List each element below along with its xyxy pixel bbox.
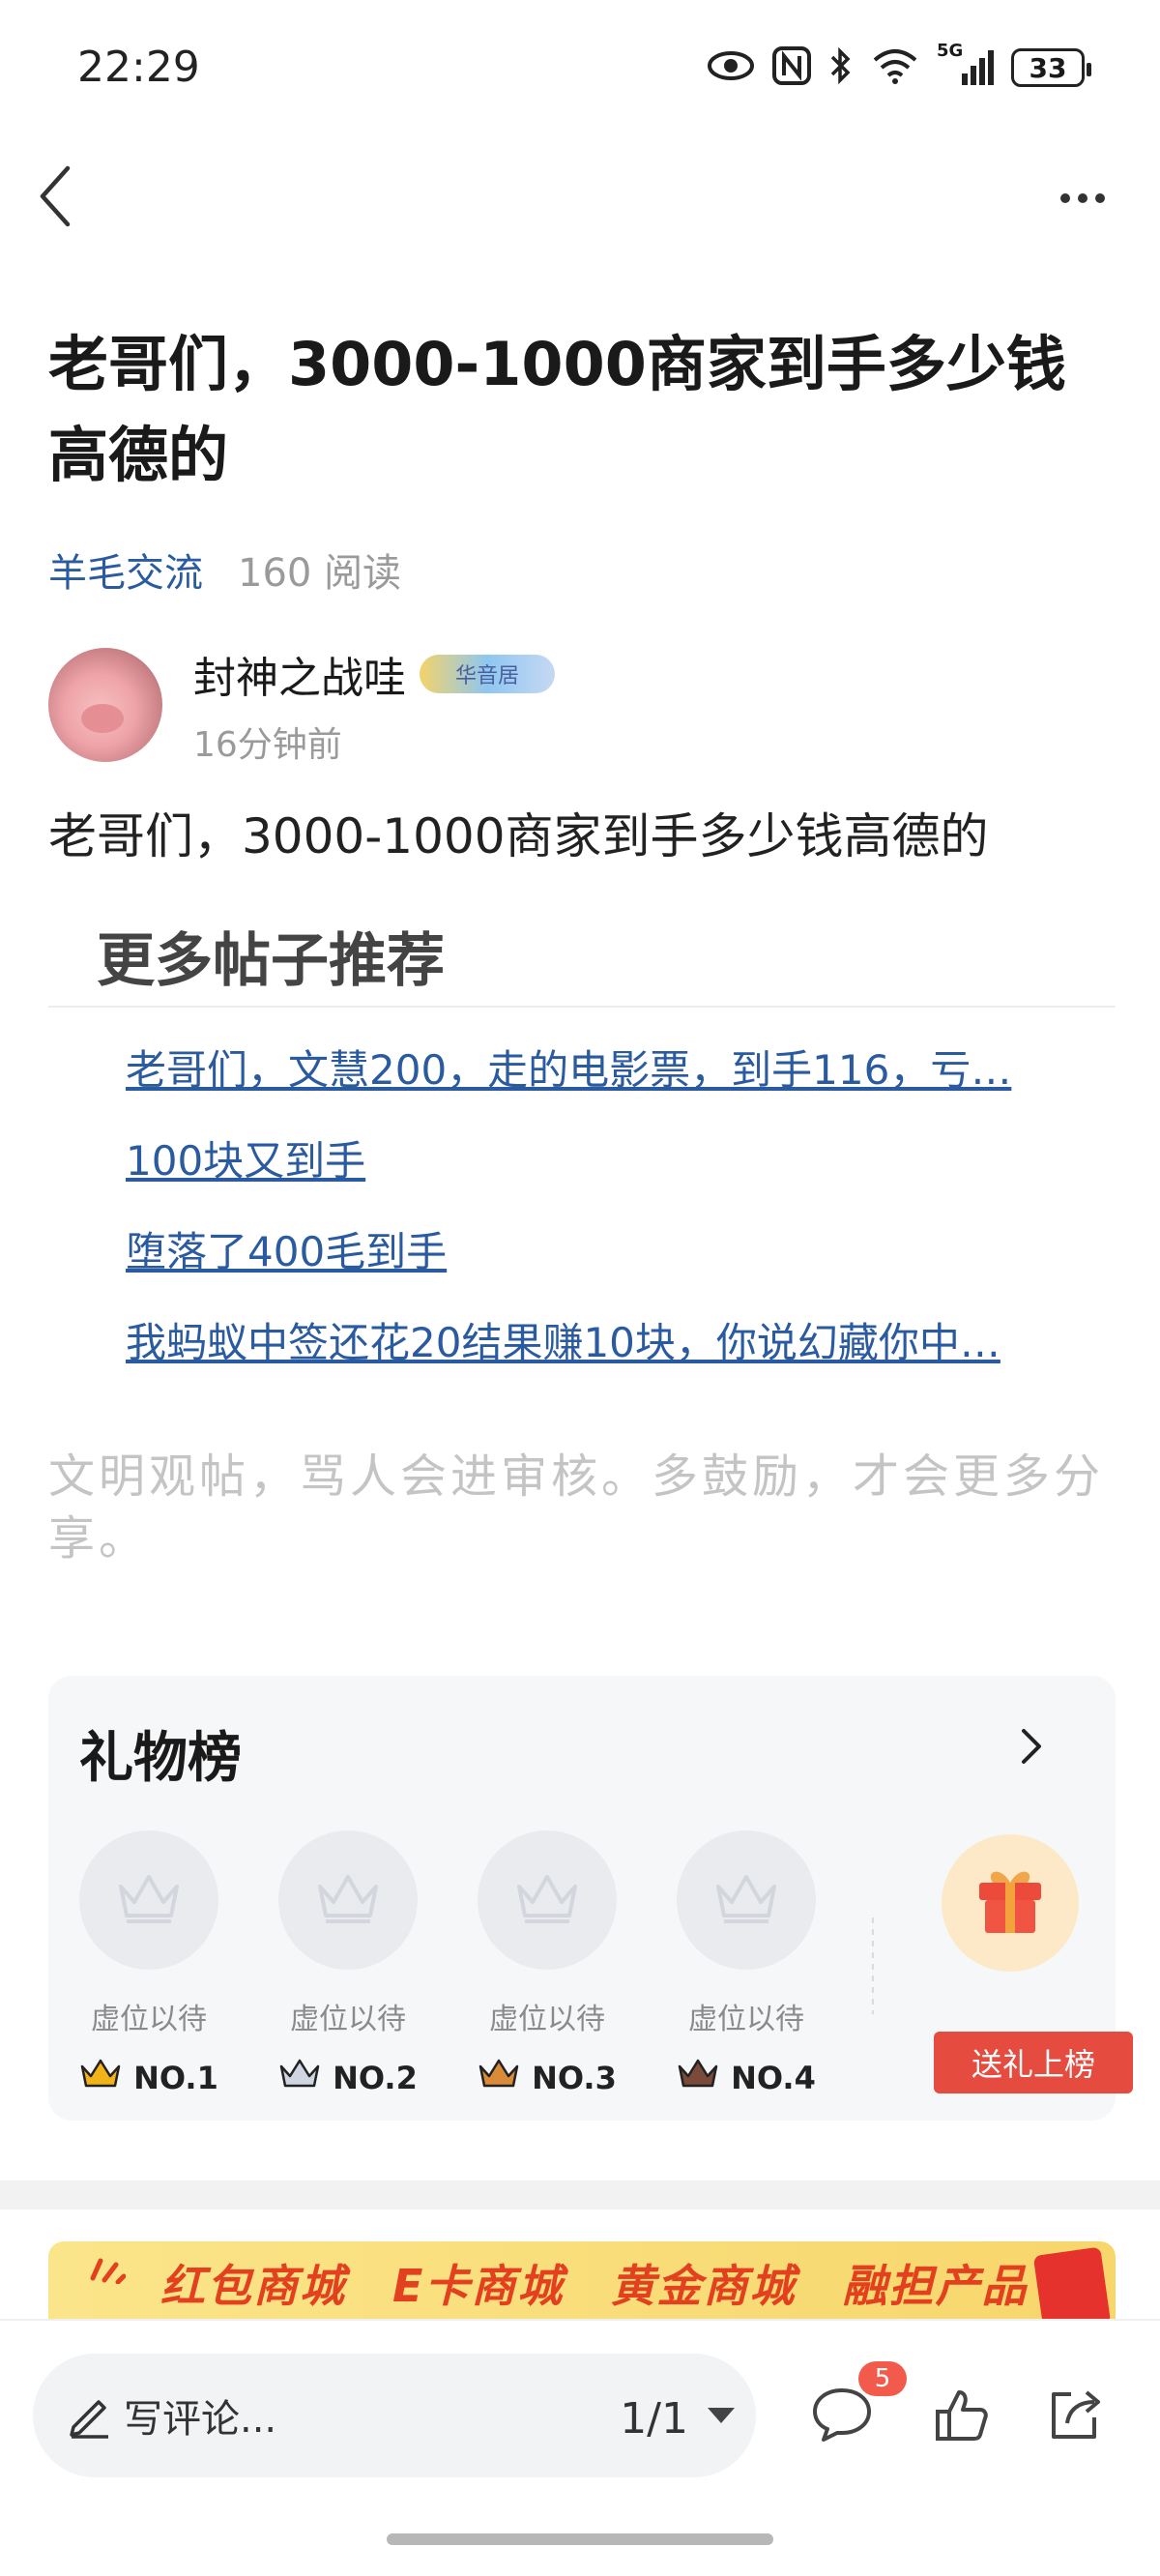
bluetooth-icon bbox=[828, 46, 854, 89]
signal-icon: 5G bbox=[937, 41, 994, 85]
gift-board-title: 礼物榜 bbox=[79, 1727, 242, 1790]
recommendation-link[interactable]: 堕落了400毛到手 bbox=[126, 1207, 1063, 1298]
network-label: 5G bbox=[937, 41, 964, 61]
battery-icon: 33 bbox=[1011, 48, 1091, 87]
battery-level: 33 bbox=[1029, 51, 1067, 84]
eye-icon bbox=[707, 49, 755, 86]
crown-outline-icon bbox=[314, 1869, 382, 1931]
post-body: 老哥们，3000-1000商家到手多少钱高德的 bbox=[48, 808, 989, 864]
send-gift-button[interactable]: 送礼上榜 bbox=[934, 2032, 1133, 2093]
author-name[interactable]: 封神之战哇 bbox=[193, 643, 406, 705]
page-indicator[interactable]: 1/1 bbox=[620, 2394, 688, 2444]
chevron-left-icon bbox=[35, 162, 73, 234]
slot-label: 虚位以待 bbox=[290, 2003, 406, 2036]
status-icons: 5G 33 bbox=[707, 41, 1091, 89]
read-count: 160 阅读 bbox=[238, 551, 402, 596]
post-time: 16分钟前 bbox=[193, 725, 342, 765]
slot-label: 虚位以待 bbox=[688, 2003, 804, 2036]
banner-item-gold-mall[interactable]: 黄金商城 bbox=[610, 2251, 796, 2315]
banner-item-ecard-mall[interactable]: E卡商城 bbox=[392, 2251, 564, 2315]
status-time: 22:29 bbox=[77, 43, 200, 92]
author-info: 封神之战哇 华音居 16分钟前 bbox=[193, 643, 555, 767]
like-button[interactable] bbox=[928, 2385, 996, 2448]
crown-outline-icon bbox=[712, 1869, 780, 1931]
crown-icon bbox=[677, 2057, 719, 2099]
author-badge: 华音居 bbox=[420, 655, 555, 693]
chevron-right-icon bbox=[1020, 1727, 1043, 1770]
bottom-bar: 写评论... 1/1 5 bbox=[0, 2319, 1160, 2576]
community-notice: 文明观帖，骂人会进审核。多鼓励，才会更多分享。 bbox=[48, 1449, 1105, 1566]
slot-rank: NO.2 bbox=[333, 2060, 418, 2096]
section-divider bbox=[0, 2181, 1160, 2210]
crown-icon bbox=[79, 2057, 122, 2099]
share-button[interactable] bbox=[1040, 2385, 1108, 2448]
more-button[interactable] bbox=[1044, 174, 1121, 222]
divider bbox=[48, 1006, 1116, 1008]
thumbs-up-icon bbox=[932, 2385, 992, 2448]
author-row[interactable]: 封神之战哇 华音居 16分钟前 bbox=[48, 643, 555, 767]
crown-outline-icon bbox=[115, 1869, 183, 1931]
comment-icon bbox=[810, 2385, 874, 2448]
comment-input[interactable]: 写评论... 1/1 bbox=[33, 2354, 756, 2477]
banner-item-red-packet-mall[interactable]: 红包商城 bbox=[160, 2251, 346, 2315]
gift-board-more-button[interactable] bbox=[1007, 1724, 1056, 1772]
slot-rank: NO.4 bbox=[731, 2060, 816, 2096]
nfc-icon bbox=[772, 46, 811, 89]
recommendations-title: 更多帖子推荐 bbox=[97, 927, 445, 995]
crown-icon bbox=[278, 2057, 321, 2099]
avatar[interactable] bbox=[48, 648, 162, 762]
recommendation-link[interactable]: 我蚂蚁中签还花20结果赚10块，你说幻藏你中… bbox=[126, 1298, 1063, 1389]
more-horizontal-icon bbox=[1060, 193, 1070, 203]
gift-slot[interactable]: 虚位以待 NO.4 bbox=[677, 1830, 816, 2099]
status-bar: 22:29 5G 33 bbox=[0, 0, 1160, 145]
gift-slot[interactable]: 虚位以待 NO.2 bbox=[278, 1830, 418, 2099]
crown-outline-icon bbox=[513, 1869, 581, 1931]
comment-placeholder: 写评论... bbox=[124, 2397, 277, 2442]
crown-icon bbox=[478, 2057, 520, 2099]
recommendation-link[interactable]: 老哥们，文慧200，走的电影票，到手116，亏… bbox=[126, 1025, 1063, 1116]
comment-button[interactable] bbox=[808, 2385, 876, 2448]
recommendations-list: 老哥们，文慧200，走的电影票，到手116，亏… 100块又到手 堕落了400毛… bbox=[126, 1025, 1063, 1389]
share-icon bbox=[1044, 2385, 1104, 2448]
gift-icon bbox=[972, 1863, 1049, 1943]
gift-slot[interactable]: 虚位以待 NO.1 bbox=[79, 1830, 218, 2099]
caret-down-icon[interactable] bbox=[708, 2408, 735, 2423]
post-title: 老哥们，3000-1000商家到手多少钱高德的 bbox=[48, 329, 1066, 490]
red-envelope-icon bbox=[1032, 2246, 1112, 2319]
gift-board: 礼物榜 虚位以待 NO.1 虚位以待 NO.2 虚位以待 NO.3 虚位以待 N… bbox=[48, 1676, 1133, 2121]
top-nav bbox=[0, 155, 1160, 242]
pen-icon bbox=[66, 2392, 112, 2439]
wifi-icon bbox=[871, 46, 919, 89]
gift-button[interactable] bbox=[942, 1834, 1079, 1972]
slot-rank: NO.3 bbox=[532, 2060, 617, 2096]
gift-slots: 虚位以待 NO.1 虚位以待 NO.2 虚位以待 NO.3 虚位以待 NO.4 bbox=[79, 1830, 816, 2099]
sparkle-icon bbox=[87, 2255, 127, 2285]
slot-label: 虚位以待 bbox=[489, 2003, 605, 2036]
divider bbox=[872, 1917, 874, 2014]
slot-label: 虚位以待 bbox=[91, 2003, 207, 2036]
category-link[interactable]: 羊毛交流 bbox=[48, 542, 203, 598]
recommendation-link[interactable]: 100块又到手 bbox=[126, 1116, 1063, 1207]
home-indicator[interactable] bbox=[387, 2533, 773, 2545]
slot-rank: NO.1 bbox=[133, 2060, 218, 2096]
post-meta: 羊毛交流 160 阅读 bbox=[48, 542, 401, 598]
banner-item-guarantee-products[interactable]: 融担产品 bbox=[842, 2251, 1028, 2315]
mall-banner[interactable]: 红包商城 E卡商城 黄金商城 融担产品 bbox=[48, 2241, 1116, 2319]
comment-count-badge: 5 bbox=[858, 2361, 907, 2396]
gift-slot[interactable]: 虚位以待 NO.3 bbox=[478, 1830, 617, 2099]
back-button[interactable] bbox=[25, 164, 83, 232]
banner-items: 红包商城 E卡商城 黄金商城 融担产品 bbox=[160, 2251, 1028, 2315]
